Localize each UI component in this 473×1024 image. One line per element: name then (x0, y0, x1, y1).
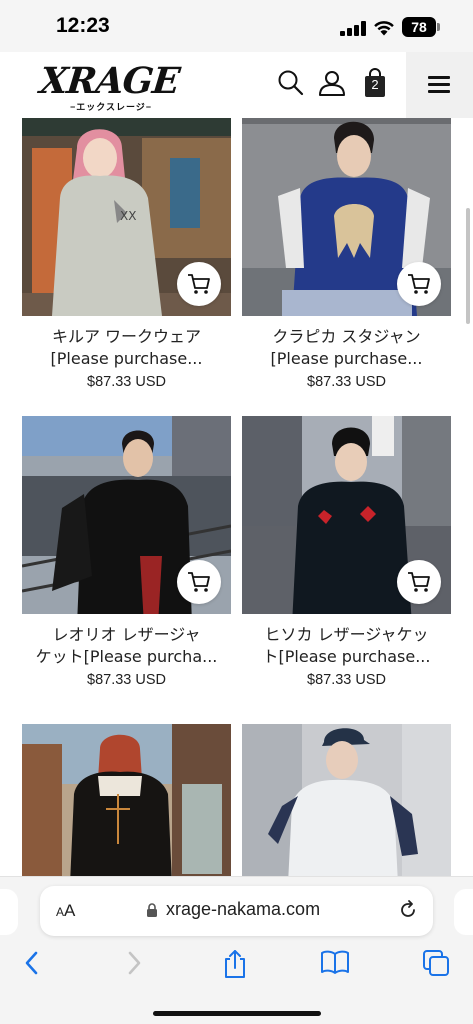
cart-count-badge: 2 (371, 77, 379, 92)
product-image[interactable] (22, 724, 231, 878)
cart-icon (408, 274, 430, 294)
product-card[interactable]: レオリオ レザージャ ケット[Please purcha... $87.33 U… (22, 416, 231, 688)
reload-icon[interactable] (397, 899, 419, 921)
user-icon[interactable] (317, 68, 347, 98)
battery-icon: 78 (402, 17, 436, 37)
forward-icon[interactable] (124, 949, 144, 977)
product-price: $87.33 USD (307, 672, 386, 688)
product-name-line2: ト[Please purchase... (262, 647, 431, 666)
search-icon[interactable] (276, 68, 306, 98)
page-scrollbar[interactable] (466, 208, 470, 324)
status-bar: 12:23 78 (0, 0, 473, 52)
product-card[interactable]: XX キルア ワークウェア [Please purchase... $87.33… (22, 118, 231, 390)
product-card[interactable]: ヒソカ レザージャケッ ト[Please purchase... $87.33 … (242, 416, 451, 688)
add-to-cart-button[interactable] (397, 560, 441, 604)
url-text: xrage-nakama.com (166, 899, 321, 919)
product-name[interactable]: ヒソカ レザージャケッ ト[Please purchase... (242, 624, 451, 668)
cart-icon (188, 572, 210, 592)
product-price: $87.33 USD (87, 672, 166, 688)
product-name-line1: クラピカ スタジャン (272, 327, 421, 346)
battery-tip (437, 23, 440, 31)
product-image[interactable]: XX (22, 118, 231, 316)
product-price: $87.33 USD (87, 374, 166, 390)
product-image[interactable] (242, 118, 451, 316)
product-card[interactable] (22, 724, 231, 878)
product-name-line1: レオリオ レザージャ (52, 625, 201, 644)
lock-icon (147, 903, 157, 917)
product-name-line2: [Please purchase... (270, 349, 423, 368)
product-name[interactable]: キルア ワークウェア [Please purchase... (22, 326, 231, 370)
previous-tab-pill[interactable] (0, 889, 18, 935)
cart-bag-button[interactable]: 2 (362, 68, 388, 98)
product-name-line2: ケット[Please purcha... (35, 647, 218, 666)
add-to-cart-button[interactable] (177, 262, 221, 306)
page-settings-button[interactable]: AA (56, 901, 75, 921)
logo-text: XRAGE (37, 60, 182, 102)
site-header: XRAGE −エックスレージ− 2 (0, 52, 473, 118)
logo-subtitle: −エックスレージ− (70, 102, 153, 112)
product-name-line1: キルア ワークウェア (51, 327, 202, 346)
home-indicator[interactable] (153, 1011, 321, 1016)
product-name-line2: [Please purchase... (50, 349, 203, 368)
product-card[interactable] (242, 724, 451, 878)
next-tab-pill[interactable] (454, 889, 473, 935)
cellular-signal-icon (340, 21, 366, 36)
wifi-icon (374, 21, 394, 36)
hamburger-menu-icon (428, 76, 450, 94)
back-icon[interactable] (22, 949, 42, 977)
product-price: $87.33 USD (307, 374, 386, 390)
xrage-logo[interactable]: XRAGE −エックスレージ− (38, 60, 181, 112)
add-to-cart-button[interactable] (397, 262, 441, 306)
product-grid: XX キルア ワークウェア [Please purchase... $87.33… (0, 118, 473, 878)
product-name-line1: ヒソカ レザージャケッ (264, 625, 429, 644)
add-to-cart-button[interactable] (177, 560, 221, 604)
product-card[interactable]: クラピカ スタジャン [Please purchase... $87.33 US… (242, 118, 451, 390)
product-image[interactable] (242, 416, 451, 614)
address-bar[interactable]: AA xrage-nakama.com (40, 886, 433, 936)
share-icon[interactable] (222, 949, 248, 979)
safari-toolbar: AA xrage-nakama.com (0, 876, 473, 1024)
svg-text:XX: XX (120, 209, 136, 223)
product-image[interactable] (242, 724, 451, 878)
status-time: 12:23 (56, 14, 110, 37)
product-name[interactable]: レオリオ レザージャ ケット[Please purcha... (22, 624, 231, 668)
tabs-icon[interactable] (422, 949, 450, 977)
cart-icon (188, 274, 210, 294)
product-name[interactable]: クラピカ スタジャン [Please purchase... (242, 326, 451, 370)
bookmarks-icon[interactable] (320, 949, 350, 975)
product-image[interactable] (22, 416, 231, 614)
cart-icon (408, 572, 430, 592)
menu-button[interactable] (406, 52, 473, 118)
